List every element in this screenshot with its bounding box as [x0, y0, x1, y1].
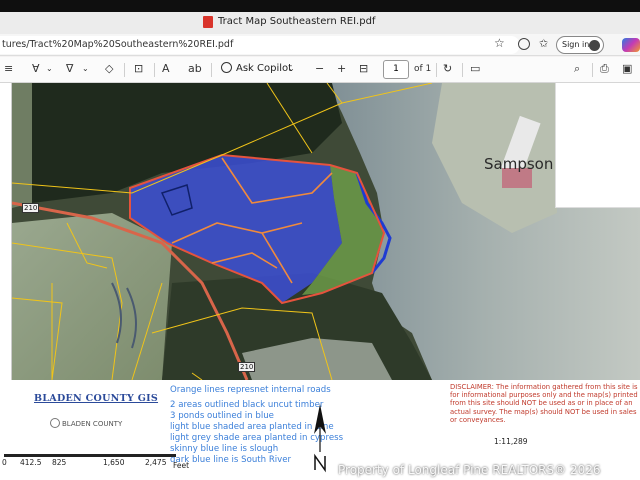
favorites-icon[interactable]: ✩: [539, 37, 548, 50]
page-count: of 1: [414, 64, 432, 74]
north-arrow-icon: [314, 404, 326, 473]
zoom-in-button[interactable]: +: [337, 62, 346, 75]
road-label: 210: [238, 362, 256, 372]
text-box-icon[interactable]: ⊡: [134, 62, 143, 75]
sign-in-button[interactable]: Sign in: [556, 36, 604, 54]
page-view-icon[interactable]: ▭: [470, 62, 480, 75]
url-text: tures/Tract%20Map%20Southeastern%20REI.p…: [2, 39, 234, 50]
avatar-icon: [589, 40, 600, 51]
chevron-down-icon[interactable]: ⌄: [288, 64, 295, 73]
save-icon[interactable]: ▣: [622, 62, 632, 75]
scale-tick: 825: [52, 458, 67, 467]
print-icon[interactable]: ⎙: [600, 62, 609, 76]
listing-watermark: Property of Longleaf Pine REALTORS® 2026: [338, 463, 601, 477]
window-titlebar: Tract Map Southeastern REI.pdf: [0, 12, 640, 34]
divider: [124, 63, 125, 77]
rotate-icon[interactable]: ↻: [443, 62, 452, 75]
disclaimer-text: DISCLAIMER: The information gathered fro…: [450, 383, 638, 424]
sign-in-label: Sign in: [562, 40, 590, 49]
map-legend: BLADEN COUNTY GIS BLADEN COUNTY Orange l…: [0, 380, 640, 480]
county-logo: BLADEN COUNTY: [50, 418, 122, 428]
contents-icon[interactable]: ≡: [4, 62, 13, 75]
county-label: Sampson: [484, 155, 554, 173]
divider: [154, 63, 155, 77]
address-bar: tures/Tract%20Map%20Southeastern%20REI.p…: [0, 34, 640, 56]
scale-tick: 0: [2, 458, 7, 467]
page-number-input[interactable]: 1: [383, 60, 409, 79]
scale-ratio: 1:11,289: [494, 437, 528, 446]
page-margin: [0, 83, 12, 383]
extensions-icon[interactable]: [518, 38, 530, 50]
scale-tick: 1,650: [103, 458, 125, 467]
scale-bar-line: [4, 454, 176, 457]
favorite-star-icon[interactable]: ☆: [494, 36, 505, 50]
scale-bar: 0 412.5 825 1,650 2,475: [0, 454, 180, 474]
road-label: 210: [22, 203, 40, 213]
tract-map-image: Sampson 210 210: [12, 83, 640, 380]
divider: [462, 63, 463, 77]
window-title: Tract Map Southeastern REI.pdf: [218, 16, 376, 27]
divider: [436, 63, 437, 77]
search-icon[interactable]: ⌕: [574, 62, 580, 76]
county-seal-icon: [50, 418, 60, 428]
county-logo-text: BLADEN COUNTY: [62, 420, 123, 428]
field-patch: [12, 83, 32, 208]
aerial-map: [12, 83, 640, 380]
map-inset-blank: [555, 83, 640, 208]
gis-title: BLADEN COUNTY GIS: [34, 393, 159, 404]
highlight-icon[interactable]: ∀: [32, 62, 40, 75]
copilot-small-icon: [221, 62, 232, 73]
scale-tick: 2,475: [145, 458, 167, 467]
divider: [211, 63, 212, 77]
scale-tick: 412.5: [20, 458, 42, 467]
divider: [592, 63, 593, 77]
pdf-toolbar: ≡ ∀ ⌄ ∇ ⌄ ◇ ⊡ A ab Ask Copilot ⌄ − + ⊟ 1…: [0, 57, 640, 83]
zoom-out-button[interactable]: −: [315, 62, 324, 75]
draw-icon[interactable]: ∇: [66, 62, 73, 75]
fit-page-icon[interactable]: ⊟: [359, 62, 368, 75]
screen: Tract Map Southeastern REI.pdf tures/Tra…: [0, 0, 640, 480]
pdf-file-icon: [203, 16, 213, 28]
scale-unit: Feet: [173, 461, 190, 470]
chevron-down-icon[interactable]: ⌄: [82, 64, 89, 73]
read-aloud-icon[interactable]: A: [162, 62, 170, 75]
ask-copilot-button[interactable]: Ask Copilot: [221, 62, 292, 74]
copilot-icon[interactable]: [622, 38, 640, 52]
chevron-down-icon[interactable]: ⌄: [46, 64, 53, 73]
ask-copilot-label: Ask Copilot: [236, 63, 293, 74]
eraser-icon[interactable]: ◇: [105, 62, 113, 75]
monitor-bezel: [0, 0, 640, 12]
translate-icon[interactable]: ab: [188, 62, 202, 75]
url-field[interactable]: tures/Tract%20Map%20Southeastern%20REI.p…: [0, 36, 520, 54]
legend-note: Orange lines represnet internal roads: [170, 385, 331, 395]
